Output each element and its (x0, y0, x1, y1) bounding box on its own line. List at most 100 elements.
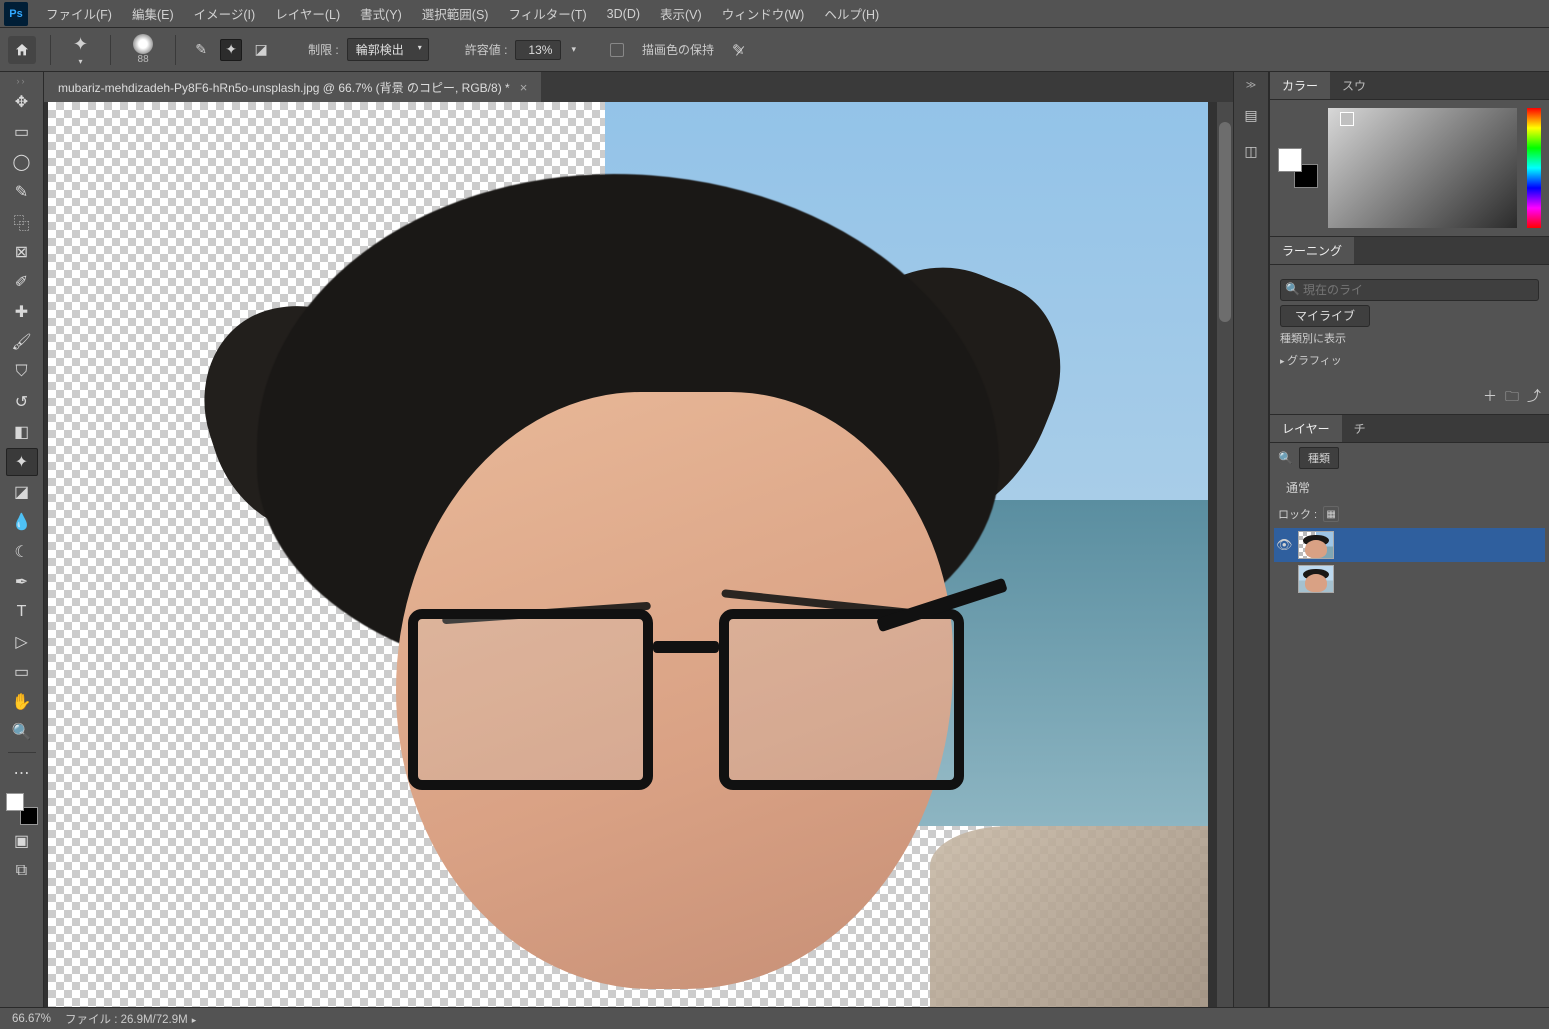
menu-type[interactable]: 書式(Y) (350, 0, 412, 27)
tolerance-input[interactable]: 13% (515, 40, 561, 60)
document-tab[interactable]: mubariz-mehdizadeh-Py8F6-hRn5o-unsplash.… (44, 72, 541, 102)
properties-panel-icon[interactable]: ◫ (1240, 140, 1262, 162)
fg-swatch[interactable] (1278, 148, 1302, 172)
tool-eraser[interactable]: ◧ (6, 418, 38, 446)
brush-preset-picker[interactable]: 88 (133, 34, 153, 65)
scrollbar-thumb[interactable] (1219, 122, 1231, 322)
canvas-viewport[interactable] (44, 102, 1233, 1007)
blend-mode-select[interactable]: 通常 (1278, 477, 1330, 498)
color-panel-tabs: カラー スウ (1270, 72, 1549, 100)
menu-window[interactable]: ウィンドウ(W) (712, 0, 815, 27)
tool-brush[interactable]: 🖌 (6, 328, 38, 356)
color-panel-body (1270, 100, 1549, 236)
home-button[interactable] (8, 36, 36, 64)
tool-gradient[interactable]: ◪ (6, 478, 38, 506)
tools-panel: ›› ✥ ▭ ◯ ✎ ⿻ ⊠ ✐ ✚ 🖌 ⛉ ↺ ◧ ✦ ◪ 💧 ☾ ✒ T ▷… (0, 72, 44, 1007)
tool-lasso[interactable]: ◯ (6, 148, 38, 176)
sample-once-icon[interactable]: ✎ (190, 39, 212, 61)
menu-filter[interactable]: フィルター(T) (498, 0, 596, 27)
tool-marquee[interactable]: ▭ (6, 118, 38, 146)
menu-help[interactable]: ヘルプ(H) (814, 0, 889, 27)
tool-crop[interactable]: ⿻ (6, 208, 38, 236)
protect-foreground-label: 描画色の保持 (642, 41, 714, 58)
library-search-input[interactable] (1280, 279, 1539, 301)
libraries-panel: 🔍 マイライブ 種類別に表示 グラフィッ (1270, 265, 1549, 382)
vertical-scrollbar[interactable] (1217, 102, 1233, 1007)
tool-history-brush[interactable]: ↺ (6, 388, 38, 416)
foreground-background-swatch[interactable] (6, 793, 38, 825)
panel-grip[interactable]: ›› (17, 76, 27, 86)
chevron-down-icon: ▾ (418, 43, 422, 52)
pressure-toggle-icon[interactable]: ✎̷ (732, 41, 745, 59)
add-icon[interactable]: ＋ (1483, 386, 1497, 410)
current-tool-indicator[interactable]: ✦ ▾ (73, 34, 88, 66)
tab-layers[interactable]: レイヤー (1270, 415, 1342, 442)
tool-move[interactable]: ✥ (6, 88, 38, 116)
doc-info[interactable]: ファイル : 26.9M/72.9M▸ (65, 1011, 196, 1027)
layer-thumbnail[interactable] (1298, 565, 1334, 593)
canvas[interactable] (48, 102, 1208, 1007)
menu-view[interactable]: 表示(V) (650, 0, 712, 27)
tool-dodge[interactable]: ☾ (6, 538, 38, 566)
brush-preview-icon (133, 34, 153, 54)
color-field[interactable] (1328, 108, 1517, 228)
sample-continuous-icon[interactable]: ✦ (220, 39, 242, 61)
protect-foreground-checkbox[interactable] (610, 43, 624, 57)
tab-channels[interactable]: チ (1342, 415, 1378, 442)
menu-bar: Ps ファイル(F) 編集(E) イメージ(I) レイヤー(L) 書式(Y) 選… (0, 0, 1549, 28)
menu-image[interactable]: イメージ(I) (184, 0, 266, 27)
lock-label: ロック : (1278, 506, 1317, 522)
limit-select[interactable]: 輪郭検出 ▾ (347, 38, 429, 61)
screen-mode-toggle[interactable]: ⧉ (6, 857, 38, 885)
tool-type[interactable]: T (6, 598, 38, 626)
quick-mask-toggle[interactable]: ▣ (6, 827, 38, 855)
tolerance-label: 許容値 : (465, 41, 508, 58)
color-fgbg-swatch[interactable] (1278, 148, 1318, 188)
menu-3d[interactable]: 3D(D) (597, 3, 650, 25)
tool-zoom[interactable]: 🔍 (6, 718, 38, 746)
tab-color[interactable]: カラー (1270, 72, 1330, 99)
tool-hand[interactable]: ✋ (6, 688, 38, 716)
document-tab-title: mubariz-mehdizadeh-Py8F6-hRn5o-unsplash.… (58, 79, 510, 96)
document-area: mubariz-mehdizadeh-Py8F6-hRn5o-unsplash.… (44, 72, 1233, 1007)
my-library-button[interactable]: マイライブ (1280, 305, 1370, 327)
menu-select[interactable]: 選択範囲(S) (412, 0, 499, 27)
separator (50, 35, 51, 65)
tool-pen[interactable]: ✒ (6, 568, 38, 596)
menu-file[interactable]: ファイル(F) (36, 0, 122, 27)
tool-healing[interactable]: ✚ (6, 298, 38, 326)
layer-row[interactable]: 👁 (1274, 528, 1545, 562)
zoom-level[interactable]: 66.67% (12, 1013, 51, 1025)
layer-thumbnail[interactable] (1298, 531, 1334, 559)
folder-icon[interactable]: 🗀 (1505, 386, 1519, 410)
menu-layer[interactable]: レイヤー(L) (265, 0, 350, 27)
tool-path-select[interactable]: ▷ (6, 628, 38, 656)
expand-panels-button[interactable] (1238, 80, 1264, 90)
options-bar: ✦ ▾ 88 ✎ ✦ ◪ 制限 : 輪郭検出 ▾ 許容値 : 13% ▾ 描画色… (0, 28, 1549, 72)
image-content (48, 102, 1208, 1007)
sample-bg-swatch-icon[interactable]: ◪ (250, 39, 272, 61)
tool-rectangle[interactable]: ▭ (6, 658, 38, 686)
visibility-toggle[interactable]: 👁 (1276, 537, 1292, 553)
tool-bg-eraser[interactable]: ✦ (6, 448, 38, 476)
tool-quick-select[interactable]: ✎ (6, 178, 38, 206)
tab-learning[interactable]: ラーニング (1270, 237, 1354, 264)
layer-row[interactable] (1274, 562, 1545, 596)
hue-slider[interactable] (1527, 108, 1541, 228)
layers-panel-tabs: レイヤー チ (1270, 415, 1549, 443)
foreground-color-swatch[interactable] (6, 793, 24, 811)
layer-filter-select[interactable]: 種類 (1299, 447, 1339, 469)
graphics-group[interactable]: グラフィッ (1280, 352, 1539, 368)
close-icon[interactable]: × (520, 80, 528, 95)
tool-eyedropper[interactable]: ✐ (6, 268, 38, 296)
tool-clone[interactable]: ⛉ (6, 358, 38, 386)
tool-blur[interactable]: 💧 (6, 508, 38, 536)
tool-frame[interactable]: ⊠ (6, 238, 38, 266)
tab-swatches[interactable]: スウ (1330, 72, 1378, 99)
menu-edit[interactable]: 編集(E) (122, 0, 184, 27)
upload-icon[interactable]: ⤴ (1527, 386, 1541, 410)
chevron-down-icon[interactable]: ▾ (571, 44, 576, 55)
tool-more[interactable]: ⋯ (6, 759, 38, 787)
history-panel-icon[interactable]: ▤ (1240, 104, 1262, 126)
lock-pixels-icon[interactable]: ▦ (1323, 506, 1339, 522)
